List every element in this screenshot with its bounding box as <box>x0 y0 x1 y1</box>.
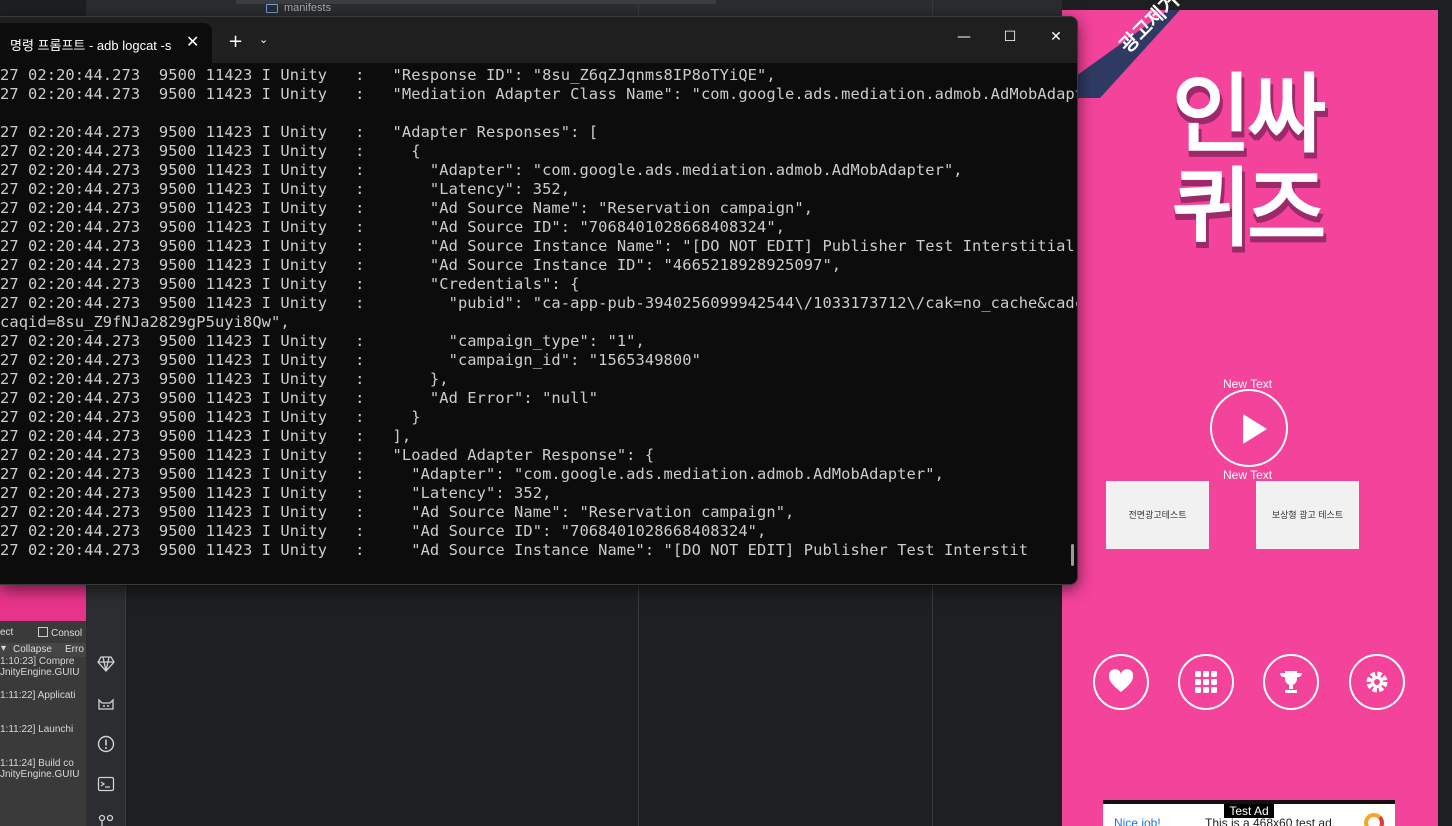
unity-console-panel: ect Consol ▾ Collapse Erro 1:10:23] Comp… <box>0 621 86 826</box>
terminal-line: 27 02:20:44.273 9500 11423 I Unity : { <box>0 142 421 160</box>
interstitial-ad-test-button[interactable]: 전면광고테스트 <box>1106 481 1209 549</box>
terminal-line: 27 02:20:44.273 9500 11423 I Unity : "La… <box>0 180 571 198</box>
terminal-line: 27 02:20:44.273 9500 11423 I Unity : "Cr… <box>0 275 580 293</box>
terminal-line: 27 02:20:44.273 9500 11423 I Unity : "Ad… <box>0 389 599 407</box>
trophy-button[interactable] <box>1263 654 1319 710</box>
terminal-line: 27 02:20:44.273 9500 11423 I Unity : "Ad… <box>0 522 767 540</box>
collapse-button[interactable]: Collapse <box>13 644 52 655</box>
terminal-line: 27 02:20:44.273 9500 11423 I Unity : "ca… <box>0 351 701 369</box>
new-tab-button[interactable]: + <box>228 31 243 52</box>
gem-icon[interactable] <box>96 655 116 675</box>
ribbon-text: 광고제거 <box>1115 0 1184 58</box>
terminal-line: 27 02:20:44.273 9500 11423 I Unity : "Re… <box>0 66 776 84</box>
terminal-line: 27 02:20:44.273 9500 11423 I Unity : "Ad… <box>0 465 944 483</box>
grid-menu-button[interactable] <box>1178 654 1234 710</box>
terminal-line: 27 02:20:44.273 9500 11423 I Unity : ], <box>0 427 412 445</box>
terminal-tab[interactable]: 명령 프롬프트 - adb logcat -s ✕ <box>0 23 212 63</box>
folder-icon <box>266 4 278 13</box>
console-toolbar: ▾ Collapse Erro <box>0 643 86 657</box>
console-log-entry[interactable]: 1:11:24] Build co JnityEngine.GUIU <box>0 758 86 780</box>
new-text-label-bottom: New Text <box>1223 468 1273 482</box>
console-log-entry[interactable]: 1:10:23] Compre JnityEngine.GUIU <box>0 656 86 678</box>
git-icon[interactable] <box>96 813 116 826</box>
clear-dropdown-icon[interactable]: ▾ <box>1 643 6 654</box>
terminal-line: 27 02:20:44.273 9500 11423 I Unity : "Ad… <box>0 161 963 179</box>
heart-button[interactable] <box>1093 654 1149 710</box>
game-view-frame <box>1438 0 1452 826</box>
play-button[interactable] <box>1210 389 1288 467</box>
terminal-line: caqid=8su_Z9fNJa2829gP5uyi8Qw", <box>0 313 290 331</box>
terminal-line: 27 02:20:44.273 9500 11423 I Unity : "Ad… <box>0 123 599 141</box>
terminal-line: 27 02:20:44.273 9500 11423 I Unity : "pu… <box>0 294 1078 312</box>
terminal-output[interactable]: 27 02:20:44.273 9500 11423 I Unity : "Re… <box>0 63 1077 584</box>
minimize-button[interactable]: — <box>952 26 976 48</box>
terminal-window: 명령 프롬프트 - adb logcat -s ✕ + ⌄ — ☐ ✕ 27 0… <box>0 16 1078 585</box>
rewarded-ad-test-button[interactable]: 보상형 광고 테스트 <box>1256 481 1359 549</box>
cat-icon[interactable] <box>96 695 116 715</box>
trophy-icon <box>1279 671 1303 693</box>
tree-item-manifests[interactable]: manifests <box>284 2 331 14</box>
terminal-line: 27 02:20:44.273 9500 11423 I Unity : "Ad… <box>0 503 795 521</box>
gear-icon <box>1366 671 1388 693</box>
terminal-line: 27 02:20:44.273 9500 11423 I Unity : "Ad… <box>0 237 1078 255</box>
game-logo: 인싸 퀴즈 <box>1172 65 1326 259</box>
terminal-line: 27 02:20:44.273 9500 11423 I Unity : "Me… <box>0 85 1078 103</box>
terminal-line: 27 02:20:44.273 9500 11423 I Unity : "Ad… <box>0 541 1029 559</box>
play-icon <box>1243 414 1267 444</box>
terminal-line: 27 02:20:44.273 9500 11423 I Unity : "ca… <box>0 332 645 350</box>
console-log-entry[interactable]: 1:11:22] Launchi <box>0 724 86 735</box>
terminal-tab-title: 명령 프롬프트 - adb logcat -s <box>10 38 172 53</box>
terminal-line: 27 02:20:44.273 9500 11423 I Unity : } <box>0 408 421 426</box>
terminal-line: 27 02:20:44.273 9500 11423 I Unity : "La… <box>0 484 552 502</box>
ad-nice-job-text: Nice job! <box>1114 816 1161 826</box>
console-log-entry[interactable]: 1:11:22] Applicati <box>0 690 86 701</box>
close-button[interactable]: ✕ <box>1044 26 1068 48</box>
tab-console[interactable]: Consol <box>38 627 82 639</box>
chevron-down-icon[interactable]: ⌄ <box>259 33 268 46</box>
settings-button[interactable] <box>1349 654 1405 710</box>
close-tab-icon[interactable]: ✕ <box>186 32 199 51</box>
grid-icon <box>1195 671 1217 693</box>
heart-icon <box>1108 669 1134 692</box>
error-pause-button[interactable]: Erro <box>65 644 84 655</box>
terminal-icon[interactable] <box>96 775 116 795</box>
terminal-titlebar: 명령 프롬프트 - adb logcat -s ✕ + ⌄ — ☐ ✕ <box>0 17 1077 63</box>
ide-tool-window-bar <box>86 585 126 826</box>
ide-project-tree-top: manifests <box>86 0 1062 16</box>
terminal-line: 27 02:20:44.273 9500 11423 I Unity : "Lo… <box>0 446 655 464</box>
terminal-line: 27 02:20:44.273 9500 11423 I Unity : }, <box>0 370 449 388</box>
terminal-line: 27 02:20:44.273 9500 11423 I Unity : "Ad… <box>0 199 814 217</box>
test-ad-label: Test Ad <box>1224 804 1274 818</box>
alert-icon[interactable] <box>96 735 116 755</box>
terminal-line: 27 02:20:44.273 9500 11423 I Unity : "Ad… <box>0 256 842 274</box>
tab-project[interactable]: ect <box>0 627 13 638</box>
terminal-scrollbar[interactable] <box>1071 544 1074 566</box>
maximize-button[interactable]: ☐ <box>998 26 1022 48</box>
ad-logo-icon <box>1364 813 1384 826</box>
unity-scene-strip <box>0 585 86 621</box>
terminal-line: 27 02:20:44.273 9500 11423 I Unity : "Ad… <box>0 218 786 236</box>
